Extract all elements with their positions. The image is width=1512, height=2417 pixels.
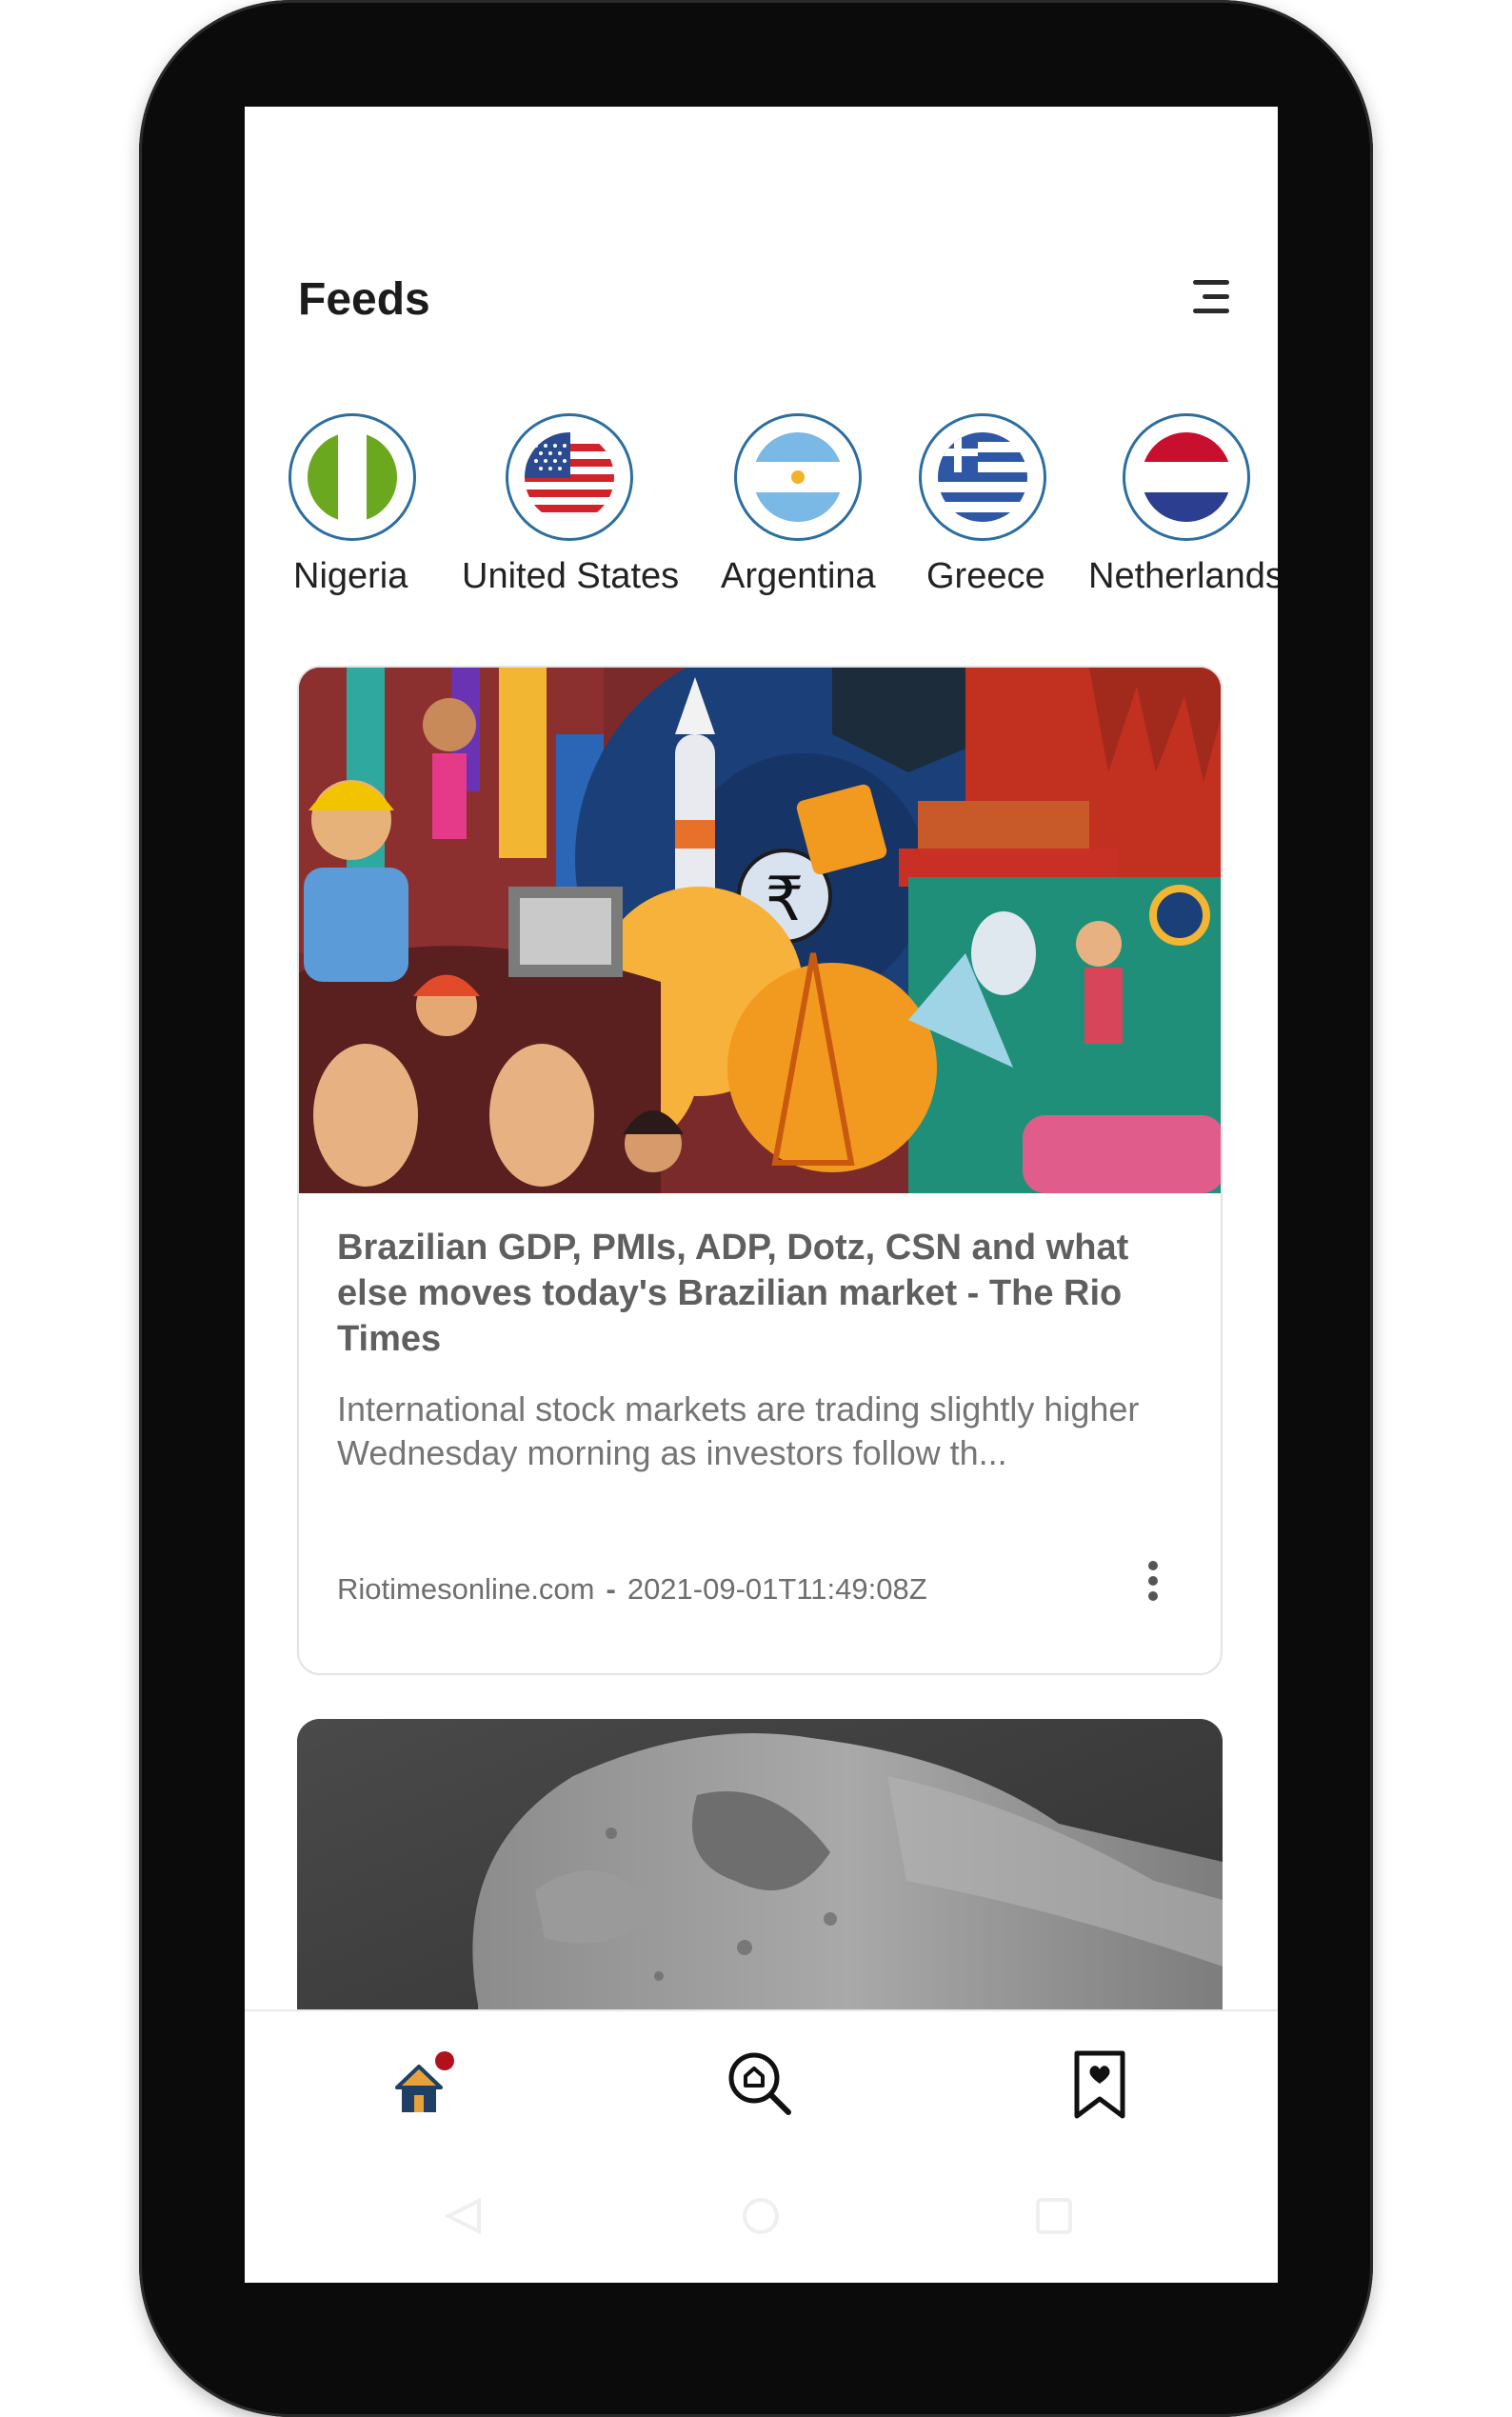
article-card[interactable]: ₹ Brazilian GDP, PMIs, ADP, Dotz, CSN an… xyxy=(297,666,1223,1675)
country-selector: Nigeria United States Argentina Greece N… xyxy=(245,413,1278,604)
system-back-icon[interactable] xyxy=(444,2197,483,2240)
page-title: Feeds xyxy=(298,274,430,325)
article-image: ₹ xyxy=(299,668,1221,1193)
bottom-navigation xyxy=(245,2009,1278,2283)
system-recents-icon[interactable] xyxy=(1035,2197,1073,2240)
argentina-flag-icon xyxy=(753,432,843,522)
article-title[interactable]: Brazilian GDP, PMIs, ADP, Dotz, CSN and … xyxy=(337,1225,1137,1362)
article-date: 2021-09-01T11:49:08Z xyxy=(627,1572,927,1606)
article-description: International stock markets are trading … xyxy=(337,1389,1140,1472)
united-states-flag-icon xyxy=(525,432,614,522)
greece-flag-icon xyxy=(938,432,1027,522)
country-label: Nigeria xyxy=(293,556,408,596)
article-meta: Riotimesonline.com -2021-09-01T11:49:08Z xyxy=(337,1572,927,1607)
country-label: Greece xyxy=(926,556,1045,596)
meta-separator: - xyxy=(606,1572,616,1606)
bookmark-heart-icon xyxy=(1074,2050,1125,2119)
article-source: Riotimesonline.com xyxy=(337,1572,595,1606)
explore-search-icon xyxy=(728,2052,791,2115)
notification-badge xyxy=(435,2051,454,2070)
nav-bookmarks[interactable] xyxy=(1071,2049,1128,2120)
app-screen: Feeds Nigeria United States Argentina Gr… xyxy=(245,107,1278,2283)
more-options-icon[interactable] xyxy=(1144,1553,1163,1607)
nav-home[interactable] xyxy=(386,2051,454,2118)
menu-button[interactable] xyxy=(1187,280,1229,318)
nav-explore[interactable] xyxy=(726,2049,794,2118)
country-label: Netherlands xyxy=(1088,556,1278,596)
country-label: United States xyxy=(462,556,680,596)
system-home-icon[interactable] xyxy=(742,2197,780,2240)
nigeria-flag-icon xyxy=(308,432,397,522)
country-label: Argentina xyxy=(721,556,876,596)
netherlands-flag-icon xyxy=(1142,432,1231,522)
